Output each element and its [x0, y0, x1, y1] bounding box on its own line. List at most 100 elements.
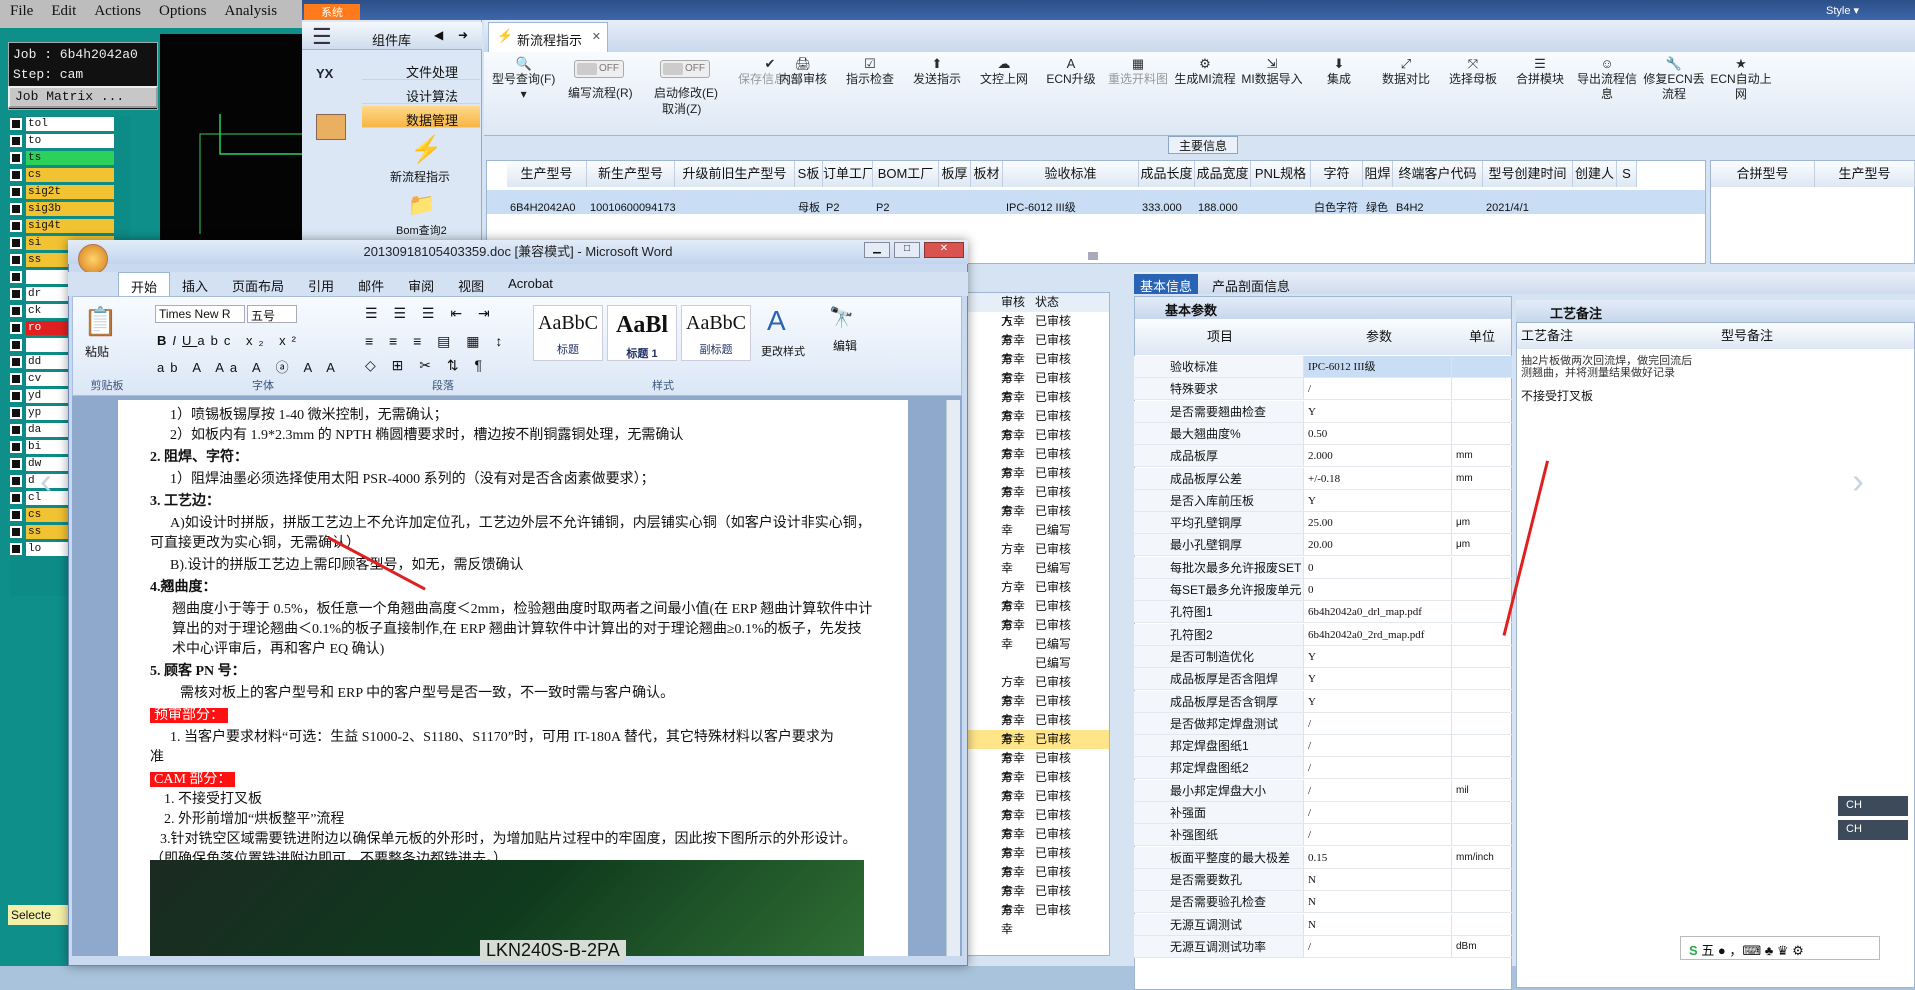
- grid-col-header[interactable]: 板厚: [939, 161, 971, 187]
- calculator-icon[interactable]: [316, 114, 346, 140]
- list-item[interactable]: 方幸幸 已审核: [961, 597, 1109, 632]
- layer-row[interactable]: sig4t: [10, 218, 130, 234]
- list-item[interactable]: 方幸幸 已审核: [961, 483, 1109, 518]
- office-button-icon[interactable]: [78, 244, 108, 274]
- toolbar-item-7[interactable]: ⇲ MI数据导入: [1239, 56, 1305, 87]
- layer-row[interactable]: ts: [10, 150, 130, 166]
- toolbar-item-3[interactable]: ☁ 文控上网: [971, 56, 1037, 87]
- list-item[interactable]: 方幸幸 已审核: [961, 312, 1109, 347]
- style-menu[interactable]: Style ▾: [1826, 4, 1859, 17]
- param-col-value[interactable]: 参数: [1305, 319, 1453, 355]
- grid-col-header[interactable]: 终端客户代码: [1393, 161, 1483, 187]
- param-row[interactable]: 特殊要求 /: [1134, 378, 1512, 401]
- grid-col-header[interactable]: S板: [795, 161, 823, 187]
- style-subtitle[interactable]: AaBbC 副标题: [681, 305, 751, 361]
- layer-checkbox[interactable]: [10, 475, 22, 487]
- ime-bar[interactable]: S 五 ● ，⌨ ♣ ♛ ⚙: [1680, 936, 1880, 960]
- grid-col-header[interactable]: 订单工厂: [823, 161, 873, 187]
- layer-row[interactable]: sig2t: [10, 184, 130, 200]
- word-tab[interactable]: 开始: [118, 272, 171, 296]
- param-row[interactable]: 是否需要翘曲检查 Y: [1134, 400, 1512, 423]
- param-row[interactable]: 邦定焊盘图纸1/: [1134, 735, 1512, 758]
- find-icon[interactable]: 🔭: [829, 305, 854, 330]
- param-row[interactable]: 成品板厚是否含铜厚 Y: [1134, 690, 1512, 713]
- toolbar-item-1[interactable]: ☑ 指示检查: [837, 56, 903, 87]
- menu-icon[interactable]: ☰: [312, 24, 332, 50]
- layer-row[interactable]: tol: [10, 116, 130, 132]
- list-item[interactable]: 方幸幸 已审核: [961, 445, 1109, 480]
- list-item[interactable]: 方幸幸 已审核: [961, 578, 1109, 613]
- lang-indicator-2[interactable]: CH: [1838, 820, 1908, 840]
- grid-col-header[interactable]: 生产型号: [507, 161, 587, 187]
- toolbar-item-6[interactable]: ⚙ 生成MI流程: [1172, 56, 1238, 87]
- style-title[interactable]: AaBbC 标题: [533, 305, 603, 361]
- list-item[interactable]: 方幸幸 已审核: [961, 388, 1109, 423]
- toolbar-item-13[interactable]: 🔧 修复ECN丢流程: [1641, 56, 1707, 102]
- list-item[interactable]: 已编写: [961, 635, 1109, 654]
- layer-checkbox[interactable]: [10, 322, 22, 334]
- word-tab[interactable]: 插入: [170, 272, 220, 296]
- list-item[interactable]: 方幸幸 已审核: [961, 426, 1109, 461]
- change-style-label[interactable]: 更改样式: [761, 343, 805, 359]
- list-item[interactable]: 方幸幸 已审核: [961, 901, 1109, 936]
- param-row[interactable]: 验收标准 IPC-6012 III级: [1134, 356, 1512, 378]
- param-row[interactable]: 平均孔壁铜厚 25.00 μm: [1134, 512, 1512, 535]
- param-row[interactable]: 补强图纸 /: [1134, 824, 1512, 847]
- param-row[interactable]: 邦定焊盘图纸2/: [1134, 757, 1512, 780]
- word-tab[interactable]: Acrobat: [496, 272, 565, 296]
- layer-checkbox[interactable]: [10, 543, 22, 555]
- layer-checkbox[interactable]: [10, 203, 22, 215]
- layer-checkbox[interactable]: [10, 407, 22, 419]
- param-row[interactable]: 是否需要验孔检查 N: [1134, 891, 1512, 914]
- layer-checkbox[interactable]: [10, 186, 22, 198]
- proc-col-notes[interactable]: 工艺备注: [1517, 323, 1717, 349]
- param-row[interactable]: 每SET最多允许报废单元 0: [1134, 579, 1512, 601]
- layer-checkbox[interactable]: [10, 118, 22, 130]
- word-tab[interactable]: 页面布局: [220, 272, 296, 296]
- grid-col-header[interactable]: BOM工厂: [873, 161, 939, 187]
- param-row[interactable]: 补强面 /: [1134, 802, 1512, 824]
- start-modify-toggle[interactable]: OFF: [660, 60, 710, 78]
- lib-item-file[interactable]: 文件处理: [362, 58, 480, 80]
- layer-checkbox[interactable]: [10, 356, 22, 368]
- layer-checkbox[interactable]: [10, 237, 22, 249]
- list-item[interactable]: 方幸幸 已审核: [961, 407, 1109, 442]
- font-format-buttons[interactable]: BIUabc x₂ x²: [157, 333, 302, 348]
- layer-checkbox[interactable]: [10, 220, 22, 232]
- menu-options[interactable]: Options: [159, 3, 207, 25]
- yx-logo-icon[interactable]: YX: [316, 66, 333, 81]
- list-item[interactable]: 方幸幸 已审核: [961, 844, 1109, 879]
- grid-col-header[interactable]: S: [1617, 161, 1637, 187]
- write-flow-toggle[interactable]: OFF: [574, 60, 624, 78]
- grid-col-header[interactable]: 字符: [1311, 161, 1363, 187]
- list-item[interactable]: 方幸幸 已审核: [961, 863, 1109, 898]
- grid-col-header[interactable]: 新生产型号: [587, 161, 675, 187]
- tab-profile-info[interactable]: 产品剖面信息: [1206, 274, 1296, 294]
- layer-row[interactable]: cs: [10, 167, 130, 183]
- grid-col-header[interactable]: 验收标准: [1003, 161, 1139, 187]
- new-flow-link[interactable]: 新流程指示: [390, 168, 450, 185]
- layer-checkbox[interactable]: [10, 458, 22, 470]
- param-row[interactable]: 最小邦定焊盘大小 / mil: [1134, 779, 1512, 802]
- layer-row[interactable]: to: [10, 133, 130, 149]
- param-row[interactable]: 成品板厚公差 +/-0.18 mm: [1134, 467, 1512, 490]
- layer-checkbox[interactable]: [10, 254, 22, 266]
- toolbar-item-8[interactable]: ⬇ 集成: [1306, 56, 1372, 87]
- edit-label[interactable]: 编辑: [833, 337, 857, 354]
- list-item[interactable]: 方幸幸 已审核: [961, 540, 1109, 575]
- menu-analysis[interactable]: Analysis: [225, 3, 278, 25]
- layer-checkbox[interactable]: [10, 152, 22, 164]
- param-row[interactable]: 成品板厚 2.000 mm: [1134, 445, 1512, 468]
- list-item[interactable]: 方幸幸 已审核: [961, 692, 1109, 727]
- list-item[interactable]: 方幸幸 已审核: [961, 331, 1109, 366]
- change-style-icon[interactable]: A: [767, 305, 786, 337]
- grid-col-header[interactable]: 成品长度: [1139, 161, 1195, 187]
- list-item[interactable]: 方幸幸 已审核: [961, 369, 1109, 404]
- list-item[interactable]: 方幸幸 已审核: [961, 768, 1109, 803]
- toolbar-item-2[interactable]: ⬆ 发送指示: [904, 56, 970, 87]
- word-tab[interactable]: 邮件: [346, 272, 396, 296]
- font-size-select[interactable]: 五号: [247, 305, 297, 323]
- paste-icon[interactable]: 📋: [83, 305, 118, 338]
- toolbar-item-0[interactable]: 🖨 内部审核: [770, 56, 836, 87]
- list-item[interactable]: 已编写: [961, 521, 1109, 540]
